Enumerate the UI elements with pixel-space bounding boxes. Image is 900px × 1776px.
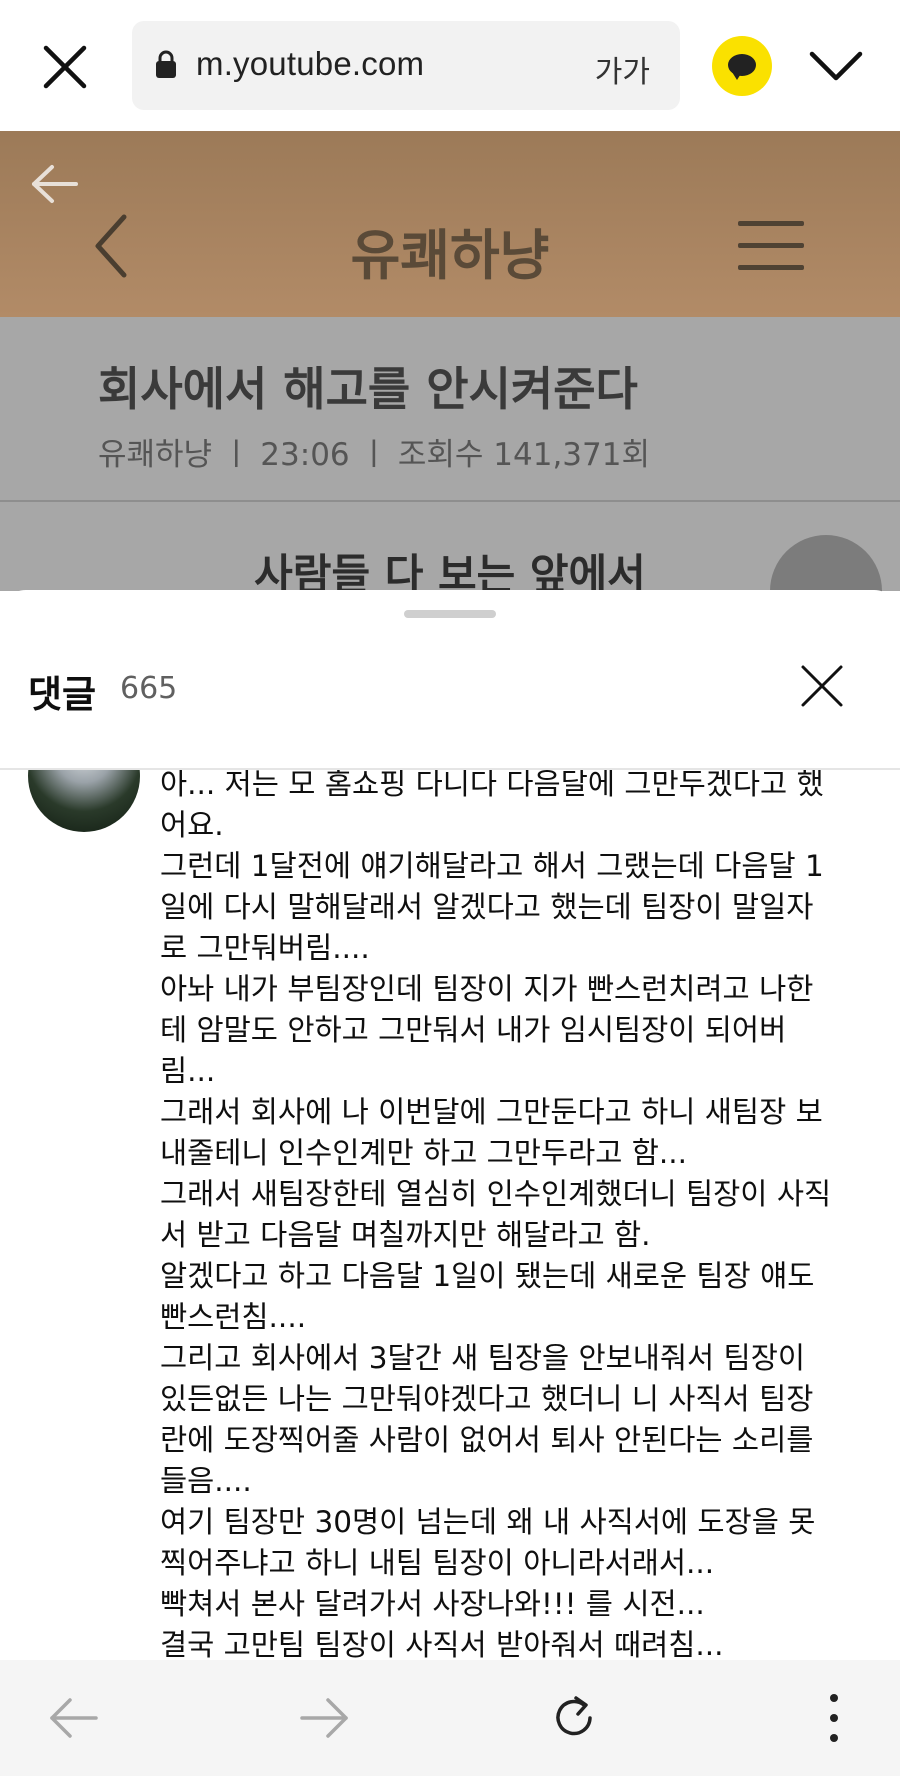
url-text: m.youtube.com [196,45,425,82]
comment-line: 일에 다시 말해달래서 알겠다고 했는데 팀장이 말일자 [160,890,814,924]
comment-line: 찍어주냐고 하니 내팀 팀장이 아니라서래서... [160,1546,715,1580]
comment-text: 아... 저는 모 홈쇼핑 다니다 다음달에 그만두겠다고 했어요. 그런데 1달… [160,770,860,1660]
comment-line: 그리고 회사에서 3달간 새 팀장을 안보내줘서 팀장이 [160,1341,805,1375]
comments-sheet: 댓글 665 아... 저는 모 홈쇼핑 다니다 다음달에 그만두겠다고 했어요… [0,590,900,1776]
back-arrow-icon[interactable] [46,1690,102,1746]
comment-line: 어요. [160,808,224,842]
comments-count: 665 [120,671,178,706]
comment-line: 있든없든 나는 그만둬야겠다고 했더니 니 사직서 팀장 [160,1382,814,1416]
lock-icon [156,50,176,78]
drag-handle[interactable] [404,610,496,618]
kakaotalk-icon[interactable] [712,36,772,96]
comment-line: 들음.... [160,1464,252,1498]
close-comments-icon[interactable] [800,664,844,708]
comment-line: 그래서 회사에 나 이번달에 그만둔다고 하니 새팀장 보 [160,1095,823,1129]
comment-line: 테 암말도 안하고 그만둬서 내가 임시팀장이 되어버 [160,1013,787,1047]
chevron-down-icon[interactable] [808,46,864,86]
video-body: 회사에서 해고를 안시켜준다 유쾌하냥 ㅣ 23:06 ㅣ 조회수 141,37… [0,317,900,599]
comments-title: 댓글 [28,673,97,716]
divider [0,500,900,502]
comment-line: 그래서 새팀장한테 열심히 인수인계했더니 팀장이 사직 [160,1177,832,1211]
more-icon[interactable] [806,1690,862,1746]
reload-icon[interactable] [546,1690,602,1746]
video-meta: 유쾌하냥 ㅣ 23:06 ㅣ 조회수 141,371회 [98,437,650,473]
menu-icon [738,213,804,279]
text-size-button[interactable]: 가가 [595,47,650,91]
forward-arrow-icon[interactable] [296,1690,352,1746]
comment-line: 여기 팀장만 30명이 넘는데 왜 내 사직서에 도장을 못 [160,1505,816,1539]
video-headline: 회사에서 해고를 안시켜준다 [98,362,638,416]
comment-line: 빡쳐서 본사 달려가서 사장나와!!! 를 시전... [160,1587,705,1621]
comment-line: 서 받고 다음달 며칠까지만 해달라고 함. [160,1218,651,1252]
comment-list[interactable]: 아... 저는 모 홈쇼핑 다니다 다음달에 그만두겠다고 했어요. 그런데 1달… [0,770,900,1660]
comment-line: 알겠다고 하고 다음달 1일이 됐는데 새로운 팀장 얘도 [160,1259,815,1293]
comment-line: 빤스런침.... [160,1300,307,1334]
comment-line: 그런데 1달전에 얘기해달라고 해서 그랬는데 다음달 1 [160,849,824,883]
video-header: 유쾌하냥 [0,131,900,317]
browser-bottom-bar [0,1660,900,1776]
background-video-frame: 유쾌하냥 회사에서 해고를 안시켜준다 유쾌하냥 ㅣ 23:06 ㅣ 조회수 1… [0,131,900,647]
comment-line: 로 그만둬버림.... [160,931,370,965]
url-bar[interactable]: m.youtube.com 가가 [132,21,680,110]
close-icon[interactable] [40,42,90,92]
comment-line: 결국 고만팀 팀장이 사직서 받아줘서 때려침... [160,1628,724,1660]
comment-line: 아... 저는 모 홈쇼핑 다니다 다음달에 그만두겠다고 했 [160,770,824,801]
back-arrow-icon[interactable] [30,161,80,207]
comment-line: 내줄테니 인수인계만 하고 그만두라고 함... [160,1136,688,1170]
comment-line: 란에 도장찍어줄 사람이 없어서 퇴사 안된다는 소리를 [160,1423,814,1457]
comment-line: 림... [160,1054,216,1088]
browser-top-bar: m.youtube.com 가가 [0,0,900,131]
avatar[interactable] [28,770,140,832]
comment-line: 아놔 내가 부팀장인데 팀장이 지가 빤스런치려고 나한 [160,972,814,1006]
